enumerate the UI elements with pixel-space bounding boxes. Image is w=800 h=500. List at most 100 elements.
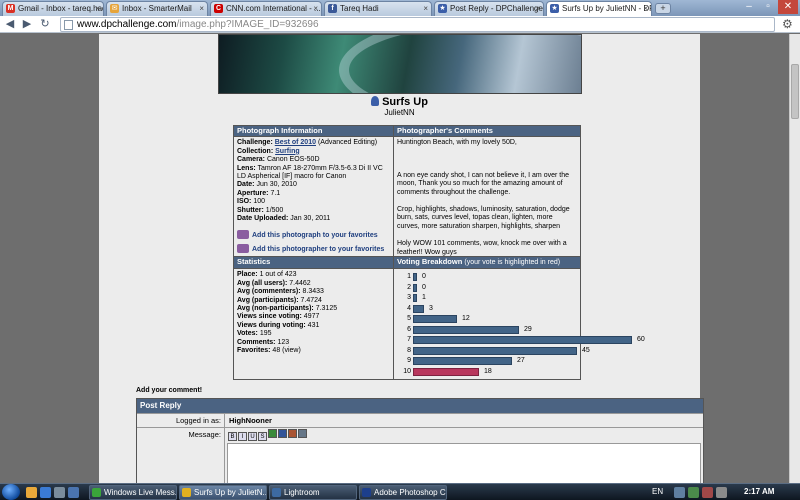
vote-count-label: 18: [484, 367, 492, 375]
tray-security-icon[interactable]: [702, 487, 713, 498]
windows-taskbar: Windows Live Mess... Surfs Up by JulietN…: [0, 483, 800, 500]
italic-button[interactable]: I: [238, 432, 247, 441]
clock[interactable]: 2:17 AM: [744, 484, 774, 500]
smartermail-icon: ✉: [110, 4, 119, 13]
message-textarea[interactable]: [227, 443, 701, 483]
format-toolbar: BIUS: [228, 429, 308, 441]
taskbar-lightroom[interactable]: Lightroom: [269, 485, 357, 500]
add-photographer-favorite[interactable]: Add this photographer to your favorites: [237, 243, 390, 254]
vote-row: 10 18: [397, 367, 577, 378]
page-scrollbar[interactable]: [789, 34, 800, 483]
page-icon: [64, 20, 73, 30]
vote-bar: [413, 336, 632, 345]
photo-author[interactable]: JulietNN: [99, 108, 700, 117]
vote-bar: [413, 346, 577, 355]
insert-link-icon[interactable]: [278, 429, 287, 438]
taskbar-chrome[interactable]: Surfs Up by JulietN...: [179, 485, 267, 500]
desktop-quicklaunch-icon[interactable]: [54, 487, 65, 498]
favorites-view-link[interactable]: 48 (view): [272, 347, 300, 354]
strike-button[interactable]: S: [258, 432, 267, 441]
reload-button[interactable]: ↻: [38, 17, 52, 31]
statistics-table: Statistics Voting Breakdown (your vote i…: [233, 255, 645, 381]
close-tab-icon[interactable]: ×: [199, 2, 204, 15]
vote-count-label: 12: [462, 315, 470, 323]
cnn-icon: C: [214, 4, 223, 13]
vote-bar: [413, 325, 519, 334]
close-tab-icon[interactable]: ×: [95, 2, 100, 15]
close-window-button[interactable]: ✕: [778, 0, 798, 14]
vote-bar: [413, 273, 417, 282]
underline-button[interactable]: U: [248, 432, 257, 441]
award-ribbon-icon: [371, 96, 380, 106]
vote-bar-mine: [413, 367, 479, 376]
vote-row: 31: [397, 293, 577, 304]
vote-score-label: 5: [407, 315, 411, 323]
add-photo-favorite[interactable]: Add this photograph to your favorites: [237, 230, 390, 240]
switch-windows-icon[interactable]: [68, 487, 79, 498]
browser-tab-strip: M Gmail - Inbox - tareq.had... × ✉ Inbox…: [0, 0, 800, 16]
tab-post-reply[interactable]: ★ Post Reply - DPChallenge... ×: [434, 1, 544, 16]
tab-cnn[interactable]: C CNN.com International - ... ×: [210, 1, 322, 16]
close-tab-icon[interactable]: ×: [313, 2, 318, 15]
voting-breakdown-header: Voting Breakdown (your vote is highlight…: [393, 255, 581, 270]
post-reply-header: Post Reply: [137, 399, 703, 413]
minimize-button[interactable]: –: [740, 0, 758, 14]
close-tab-icon[interactable]: ×: [535, 2, 540, 15]
close-tab-icon[interactable]: ×: [643, 2, 648, 15]
close-tab-icon[interactable]: ×: [423, 2, 428, 15]
language-indicator[interactable]: EN: [652, 484, 663, 500]
tray-volume-icon[interactable]: [716, 487, 727, 498]
new-tab-button[interactable]: +: [655, 3, 671, 14]
vote-score-label: 2: [407, 283, 411, 291]
vote-row: 7 60: [397, 335, 645, 346]
photographer-comments: Huntington Beach, with my lovely 50D, A …: [393, 136, 581, 270]
smiley-icon[interactable]: [298, 429, 307, 438]
add-comment-heading: Add your comment!: [136, 387, 203, 394]
photo-info-table: Photograph Information Photographer's Co…: [233, 124, 581, 270]
vote-score-label: 9: [407, 357, 411, 365]
vote-row: 5 12: [397, 314, 577, 325]
back-button[interactable]: ◀: [3, 17, 17, 31]
vote-row: 43: [397, 304, 577, 315]
post-reply-form: Post Reply Logged in as: HighNooner Mess…: [136, 398, 704, 483]
vote-score-label: 3: [407, 294, 411, 302]
favorite-photo-icon: [237, 230, 249, 240]
forward-button[interactable]: ▶: [20, 17, 34, 31]
vote-row: 20: [397, 283, 577, 294]
vote-count-label: 3: [429, 304, 433, 312]
vote-score-label: 7: [407, 336, 411, 344]
maximize-button[interactable]: ▫: [759, 0, 777, 14]
vote-score-label: 4: [407, 304, 411, 312]
vote-score-label: 1: [407, 273, 411, 281]
tray-network-icon[interactable]: [674, 487, 685, 498]
dpchallenge-icon: ★: [438, 4, 447, 13]
tray-messenger-icon[interactable]: [688, 487, 699, 498]
folder-quicklaunch-icon[interactable]: [26, 487, 37, 498]
vote-score-label: 10: [403, 367, 411, 375]
vote-score-label: 6: [407, 325, 411, 333]
page-content: Surfs Up JulietNN Photograph Information…: [99, 34, 704, 483]
wrench-menu-icon[interactable]: ⚙: [782, 17, 793, 32]
tab-gmail[interactable]: M Gmail - Inbox - tareq.had... ×: [2, 1, 104, 16]
photoshop-icon: [362, 488, 371, 497]
insert-image-icon[interactable]: [268, 429, 277, 438]
tab-facebook[interactable]: f Tareq Hadi ×: [324, 1, 432, 16]
photo-info-header: Photograph Information: [233, 124, 394, 138]
start-button[interactable]: [2, 484, 20, 500]
tab-smartermail[interactable]: ✉ Inbox - SmarterMail ×: [106, 1, 208, 16]
address-bar[interactable]: www.dpchallenge.com/image.php?IMAGE_ID=9…: [60, 17, 775, 32]
challenge-link[interactable]: Best of 2010: [275, 139, 316, 146]
vote-count-label: 29: [524, 325, 532, 333]
tab-surfs-up[interactable]: ★ Surfs Up by JulietNN - DP... ×: [546, 1, 652, 16]
collection-link[interactable]: Surfing: [275, 148, 300, 155]
facebook-icon: f: [328, 4, 337, 13]
photo-title: Surfs Up: [382, 96, 428, 108]
taskbar-photoshop[interactable]: Adobe Photoshop C...: [359, 485, 447, 500]
quote-icon[interactable]: [288, 429, 297, 438]
photo-image: [218, 34, 582, 94]
taskbar-messenger[interactable]: Windows Live Mess...: [89, 485, 177, 500]
bold-button[interactable]: B: [228, 432, 237, 441]
vote-count-label: 0: [422, 273, 426, 281]
ie-quicklaunch-icon[interactable]: [40, 487, 51, 498]
scrollbar-thumb[interactable]: [791, 64, 799, 119]
